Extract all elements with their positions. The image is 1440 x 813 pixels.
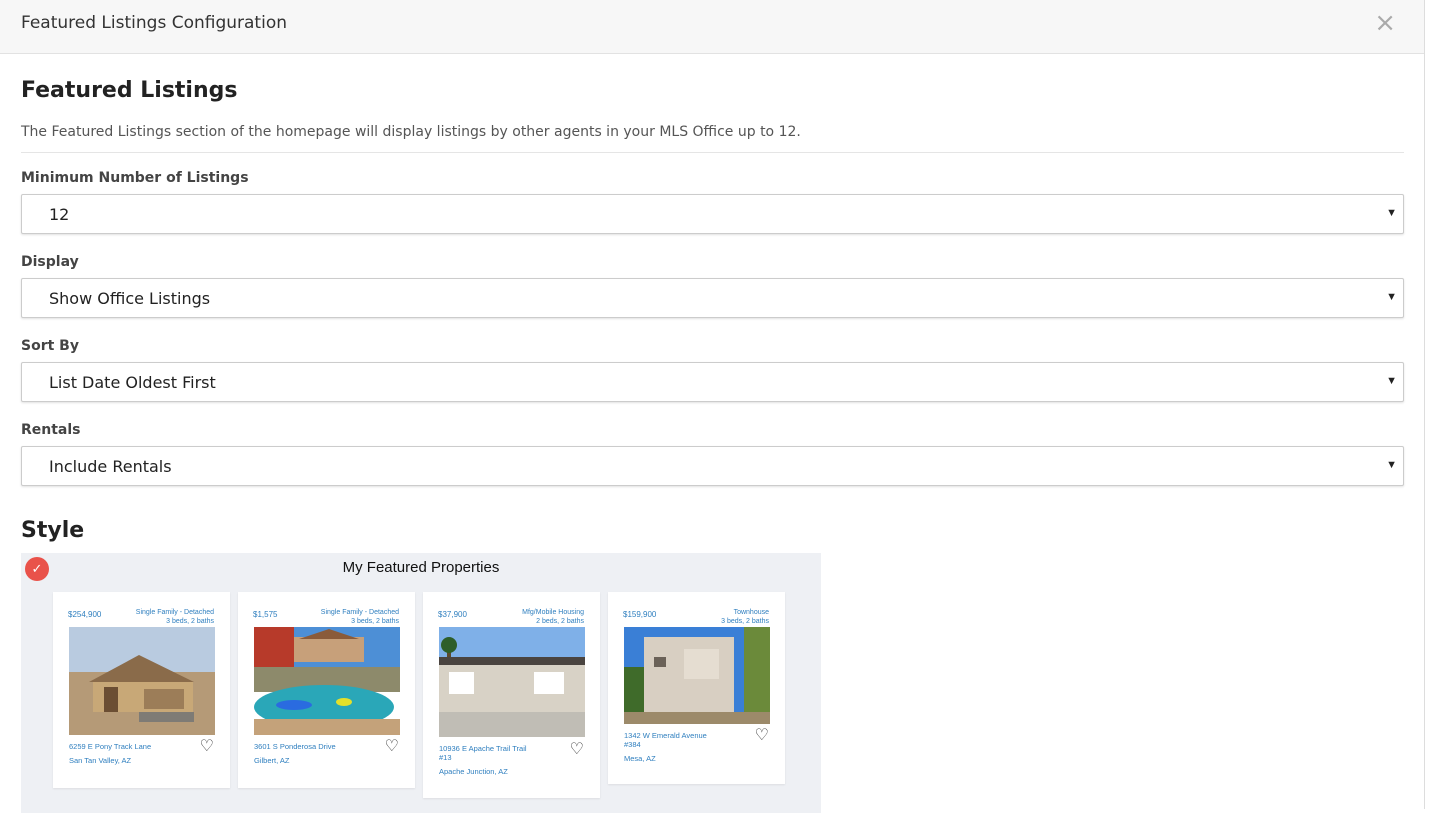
min-listings-value: 12 [49,205,70,224]
listing-photo [69,627,215,735]
listing-address: 10936 E Apache Trail Trail #13 [439,744,527,762]
caret-down-icon: ▼ [1386,459,1397,471]
modal-header: Featured Listings Configuration × [0,0,1424,54]
listing-type: Single Family - Detached 3 beds, 2 baths [136,608,214,626]
heart-icon[interactable]: ♡ [570,742,584,758]
min-listings-label: Minimum Number of Listings [21,170,249,186]
listing-address: 6259 E Pony Track Lane [69,742,152,751]
min-listings-select[interactable]: 12 ▼ [21,194,1404,234]
sort-by-label: Sort By [21,338,79,354]
rentals-select[interactable]: Include Rentals ▼ [21,446,1404,486]
section-description: The Featured Listings section of the hom… [21,124,801,140]
sort-by-select[interactable]: List Date Oldest First ▼ [21,362,1404,402]
config-modal: Featured Listings Configuration × Featur… [0,0,1425,813]
listing-photo [624,627,770,724]
listing-address: 1342 W Emerald Avenue #384 [624,731,707,749]
listing-address: 3601 S Ponderosa Drive [254,742,336,751]
listing-photo [254,627,400,735]
rentals-label: Rentals [21,422,81,438]
listing-price: $254,900 [68,610,102,619]
listing-type-text: Mfg/Mobile Housing [522,609,584,616]
display-select[interactable]: Show Office Listings ▼ [21,278,1404,318]
preview-title: My Featured Properties [342,559,500,576]
caret-down-icon: ▼ [1386,291,1397,303]
listing-photo [439,627,585,737]
rentals-value: Include Rentals [49,457,172,476]
listing-card[interactable]: $1,575 Single Family - Detached 3 beds, 2… [238,592,415,788]
listing-card[interactable]: $254,900 Single Family - Detached 3 beds,… [53,592,230,788]
heart-icon[interactable]: ♡ [755,728,769,744]
listing-city: Apache Junction, AZ [439,767,508,776]
display-label: Display [21,254,79,270]
listing-card[interactable]: $159,900 Townhouse 3 beds, 2 baths 1342 W… [608,592,785,784]
listing-beds: 3 beds, 2 baths [166,618,214,625]
heart-icon[interactable]: ♡ [385,739,399,755]
listing-price: $1,575 [253,610,278,619]
divider [21,152,1404,153]
display-value: Show Office Listings [49,289,211,308]
heart-icon[interactable]: ♡ [200,739,214,755]
sort-by-value: List Date Oldest First [49,373,216,392]
listing-beds: 2 beds, 2 baths [536,618,584,625]
listing-card[interactable]: $37,900 Mfg/Mobile Housing 2 beds, 2 bath… [423,592,600,798]
listing-type: Mfg/Mobile Housing 2 beds, 2 baths [522,608,584,626]
section-title: Featured Listings [21,78,238,103]
style-title: Style [21,518,85,543]
listing-type-text: Single Family - Detached [320,609,399,616]
caret-down-icon: ▼ [1386,207,1397,219]
listing-city: San Tan Valley, AZ [69,756,132,765]
close-icon[interactable]: × [1374,10,1396,36]
listing-type-text: Townhouse [733,609,769,616]
listing-price: $37,900 [438,610,467,619]
listing-beds: 3 beds, 2 baths [721,618,769,625]
listing-type-text: Single Family - Detached [135,609,214,616]
listing-type: Townhouse 3 beds, 2 baths [721,608,769,626]
style-option-preview[interactable]: ✓ My Featured Properties $254,900 Single… [21,553,821,813]
modal-title: Featured Listings Configuration [21,13,287,33]
listing-city: Gilbert, AZ [254,756,290,765]
listing-type: Single Family - Detached 3 beds, 2 baths [321,608,399,626]
listing-price: $159,900 [623,610,657,619]
listing-beds: 3 beds, 2 baths [351,618,399,625]
caret-down-icon: ▼ [1386,375,1397,387]
listing-city: Mesa, AZ [624,754,656,763]
